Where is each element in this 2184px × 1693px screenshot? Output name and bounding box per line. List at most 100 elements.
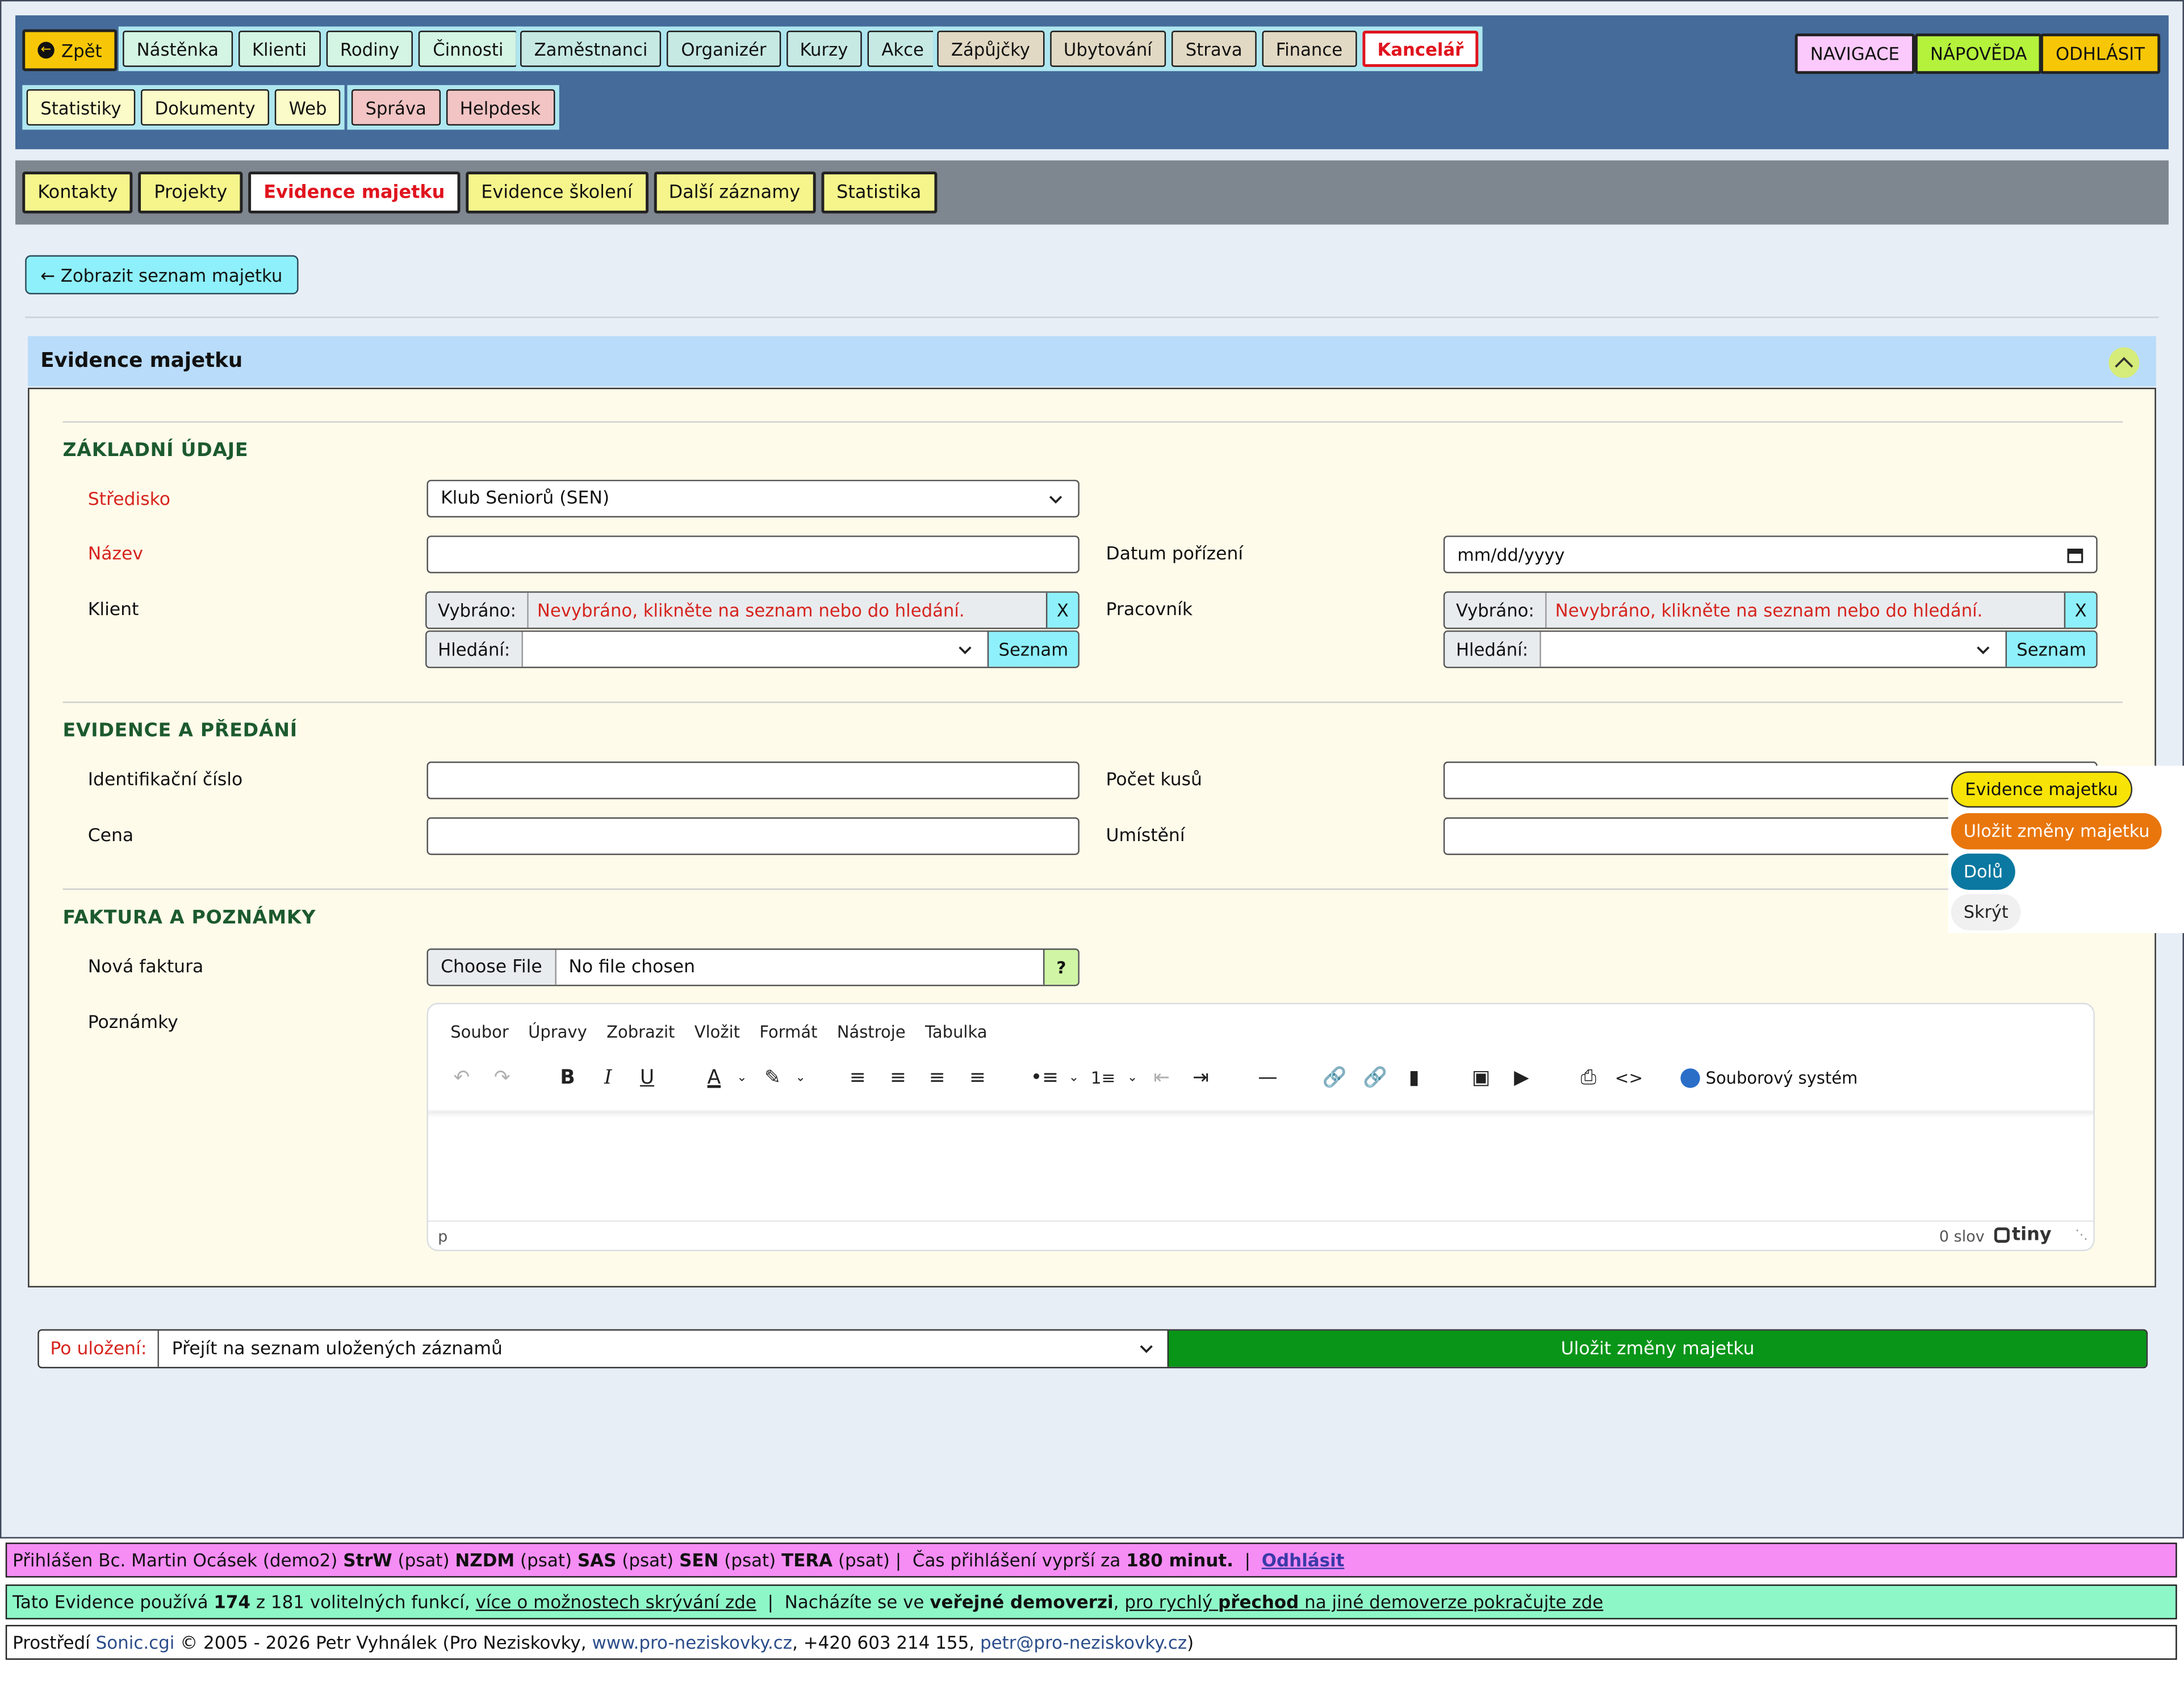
nav-group3-item[interactable]: Zápůjčky (937, 31, 1044, 67)
klient-search-select[interactable] (522, 632, 987, 667)
nav-group1-item[interactable]: Činnosti (419, 31, 518, 67)
indent-icon[interactable]: ⇥ (1186, 1063, 1216, 1093)
bold-icon[interactable]: B (553, 1063, 583, 1093)
float-down-button[interactable]: Dolů (1951, 854, 2016, 890)
align-right-icon[interactable]: ≡ (922, 1063, 952, 1093)
back-button[interactable]: ← Zpět (22, 29, 118, 72)
float-save-button[interactable]: Uložit změny majetku (1951, 813, 2162, 850)
show-list-button[interactable]: ← Zobrazit seznam majetku (25, 255, 298, 295)
link-icon[interactable]: 🔗 (1319, 1063, 1350, 1093)
chevron-down-icon[interactable]: ⌄ (785, 1063, 816, 1093)
word-count[interactable]: 0 slov (1939, 1227, 1985, 1245)
subnav-item[interactable]: Projekty (139, 172, 243, 214)
text-color-icon[interactable]: A (698, 1063, 729, 1093)
save-button[interactable]: Uložit změny majetku (1168, 1330, 2147, 1367)
source-code-icon[interactable]: <> (1613, 1063, 1644, 1093)
editor-menu-item[interactable]: Vložit (694, 1022, 740, 1042)
nav-group2-item[interactable]: Kurzy (785, 31, 863, 67)
italic-icon[interactable]: I (593, 1063, 624, 1093)
nav-group-admin: Správa Helpdesk (347, 85, 559, 130)
float-hide-button[interactable]: Skrýt (1951, 894, 2021, 931)
website-link[interactable]: www.pro-neziskovky.cz (592, 1632, 792, 1653)
resize-handle-icon[interactable]: ⋱ (2075, 1229, 2087, 1243)
nav-group3-item[interactable]: Ubytování (1049, 31, 1166, 67)
bookmark-icon[interactable]: ▮ (1399, 1063, 1429, 1093)
numbered-list-icon[interactable]: 1≡ (1088, 1063, 1119, 1093)
footer-logout-link[interactable]: Odhlásit (1262, 1550, 1345, 1571)
unlink-icon[interactable]: 🔗 (1360, 1063, 1391, 1093)
align-justify-icon[interactable]: ≡ (963, 1063, 993, 1093)
logout-button[interactable]: ODHLÁSIT (2040, 33, 2161, 74)
editor-menu-item[interactable]: Soubor (450, 1022, 509, 1042)
nav-group1-item[interactable]: Klienti (238, 31, 321, 67)
tiny-logo[interactable]: tiny (1993, 1224, 2052, 1245)
nav-group2-item[interactable]: Akce (867, 31, 938, 67)
klient-list-button[interactable]: Seznam (987, 632, 1078, 667)
subnav-item[interactable]: Kontakty (22, 172, 133, 214)
align-left-icon[interactable]: ≡ (842, 1063, 873, 1093)
demo-switch-link[interactable]: pro rychlý přechod na jiné demoverze pok… (1124, 1591, 1603, 1612)
sonic-link[interactable]: Sonic.cgi (96, 1632, 175, 1653)
print-icon[interactable]: ⎙ (1573, 1063, 1604, 1093)
media-icon[interactable]: ▶ (1506, 1063, 1537, 1093)
chevron-down-icon[interactable]: ⌄ (1058, 1063, 1089, 1093)
stredisko-select[interactable]: Klub Seniorů (SEN) (426, 479, 1080, 518)
cena-input[interactable] (426, 817, 1080, 855)
editor-menu-item[interactable]: Úpravy (528, 1022, 587, 1042)
navigation-button[interactable]: NAVIGACE (1794, 33, 1915, 74)
nav-group1-item[interactable]: Rodiny (326, 31, 413, 67)
id-input[interactable] (426, 761, 1080, 800)
file-system-button[interactable]: Souborový systém (1680, 1068, 1857, 1088)
datum-input[interactable]: mm/dd/yyyy (1443, 536, 2098, 574)
nav-group4-item[interactable]: Web (275, 89, 341, 126)
help-button[interactable]: NÁPOVĚDA (1914, 33, 2043, 74)
pracovnik-clear-button[interactable]: X (2064, 592, 2097, 628)
subnav-item[interactable]: Evidence školení (466, 172, 648, 214)
pracovnik-list-button[interactable]: Seznam (2005, 632, 2097, 667)
help-icon[interactable]: ? (1043, 950, 1078, 985)
float-evidence-button[interactable]: Evidence majetku (1951, 771, 2132, 808)
collapse-toggle[interactable] (2108, 347, 2140, 378)
highlight-icon[interactable]: ✎ (758, 1063, 788, 1093)
subnav-item[interactable]: Statistika (821, 172, 937, 214)
nav-group5-item[interactable]: Správa (351, 89, 441, 126)
outdent-icon[interactable]: ⇤ (1147, 1063, 1177, 1093)
chevron-down-icon[interactable]: ⌄ (1117, 1063, 1148, 1093)
features-link[interactable]: více o možnostech skrývání zde (476, 1591, 756, 1612)
chevron-down-icon (959, 646, 972, 654)
editor-menu-item[interactable]: Zobrazit (606, 1022, 675, 1042)
redo-icon[interactable]: ↷ (487, 1063, 517, 1093)
image-icon[interactable]: ▣ (1466, 1063, 1496, 1093)
nav-group4-item[interactable]: Statistiky (26, 89, 136, 126)
choose-file-button[interactable]: Choose File (428, 950, 557, 985)
horizontal-line-icon[interactable]: — (1252, 1063, 1283, 1093)
editor-menu-item[interactable]: Formát (759, 1022, 817, 1042)
calendar-icon[interactable] (2067, 547, 2083, 563)
chevron-down-icon (1977, 646, 1990, 654)
nav-active-item[interactable]: Kancelář (1362, 31, 1479, 67)
subnav-item[interactable]: Další záznamy (653, 172, 816, 214)
nav-group3-item[interactable]: Strava (1172, 31, 1257, 67)
klient-clear-button[interactable]: X (1045, 592, 1078, 628)
element-path[interactable]: p (438, 1227, 447, 1245)
pracovnik-search-select[interactable] (1541, 632, 2005, 667)
underline-icon[interactable]: U (632, 1063, 663, 1093)
nav-group5-item[interactable]: Helpdesk (446, 89, 555, 126)
editor-content-area[interactable] (428, 1110, 2094, 1226)
editor-menu-item[interactable]: Tabulka (925, 1022, 987, 1042)
email-link[interactable]: petr@pro-neziskovky.cz (980, 1632, 1187, 1653)
chevron-down-icon[interactable]: ⌄ (727, 1063, 758, 1093)
bullet-list-icon[interactable]: •≡ (1029, 1063, 1060, 1093)
nav-group3-item[interactable]: Finance (1262, 31, 1357, 67)
after-save-select[interactable]: Přejít na seznam uložených záznamů (159, 1330, 1168, 1367)
nav-group2-item[interactable]: Zaměstnanci (520, 31, 662, 67)
nazev-input[interactable] (426, 536, 1080, 574)
editor-menu-item[interactable]: Nástroje (837, 1022, 906, 1042)
align-center-icon[interactable]: ≡ (883, 1063, 914, 1093)
nazev-label: Název (87, 544, 143, 565)
subnav-item[interactable]: Evidence majetku (248, 172, 461, 214)
nav-group4-item[interactable]: Dokumenty (140, 89, 270, 126)
nav-group2-item[interactable]: Organizér (667, 31, 781, 67)
undo-icon[interactable]: ↶ (446, 1063, 477, 1093)
nav-group1-item[interactable]: Nástěnka (123, 31, 233, 67)
